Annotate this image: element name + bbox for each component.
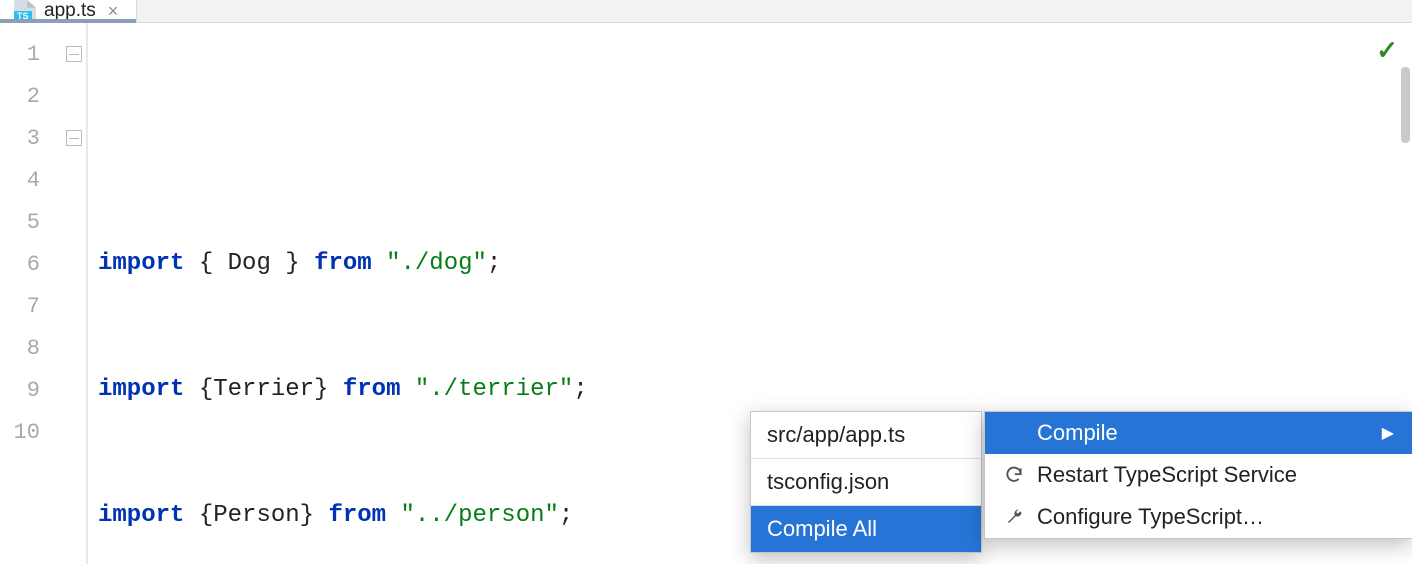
compile-menu-item[interactable]: Compile ▶ — [985, 412, 1412, 454]
configure-ts-item[interactable]: Configure TypeScript… — [985, 496, 1412, 538]
scrollbar-thumb[interactable] — [1401, 67, 1410, 143]
line-number[interactable]: 9 — [0, 369, 86, 411]
compile-all-item[interactable]: Compile All — [751, 506, 981, 552]
menu-item-label: Compile — [1037, 420, 1118, 446]
line-number[interactable]: 4 — [0, 159, 86, 201]
restart-icon — [1003, 464, 1025, 486]
menu-item-label: Configure TypeScript… — [1037, 504, 1264, 530]
compile-target-item[interactable]: src/app/app.ts — [751, 412, 981, 459]
line-number[interactable]: 10 — [0, 411, 86, 453]
inspection-ok-icon[interactable]: ✓ — [1376, 31, 1398, 73]
line-number[interactable]: 5 — [0, 201, 86, 243]
editor: 1 2 3 4 5 6 7 8 9 10 ✓ import { Dog } fr… — [0, 23, 1412, 564]
compile-target-item[interactable]: tsconfig.json — [751, 459, 981, 506]
line-number[interactable]: 1 — [0, 33, 86, 75]
fold-icon[interactable] — [66, 46, 82, 62]
gutter: 1 2 3 4 5 6 7 8 9 10 — [0, 23, 86, 564]
tab-app-ts[interactable]: TS app.ts × — [0, 0, 137, 22]
line-number[interactable]: 2 — [0, 75, 86, 117]
code-line: import {Terrier} from "./terrier"; — [88, 369, 1412, 411]
line-number[interactable]: 8 — [0, 327, 86, 369]
fold-icon[interactable] — [66, 130, 82, 146]
code-line: import { Dog } from "./dog"; — [88, 243, 1412, 285]
line-number[interactable]: 6 — [0, 243, 86, 285]
restart-ts-service-item[interactable]: Restart TypeScript Service — [985, 454, 1412, 496]
chevron-right-icon: ▶ — [1382, 423, 1394, 443]
compile-target-popup: src/app/app.ts tsconfig.json Compile All — [750, 411, 982, 553]
line-number[interactable]: 3 — [0, 117, 86, 159]
blank-icon — [1003, 422, 1025, 444]
tab-bar: TS app.ts × — [0, 0, 1412, 23]
wrench-icon — [1003, 506, 1025, 528]
line-number[interactable]: 7 — [0, 285, 86, 327]
typescript-actions-popup: Compile ▶ Restart TypeScript Service Con… — [984, 411, 1412, 539]
ide-root: TS app.ts × 1 2 3 4 5 6 7 8 9 10 ✓ impor… — [0, 0, 1412, 564]
menu-item-label: Restart TypeScript Service — [1037, 462, 1297, 488]
